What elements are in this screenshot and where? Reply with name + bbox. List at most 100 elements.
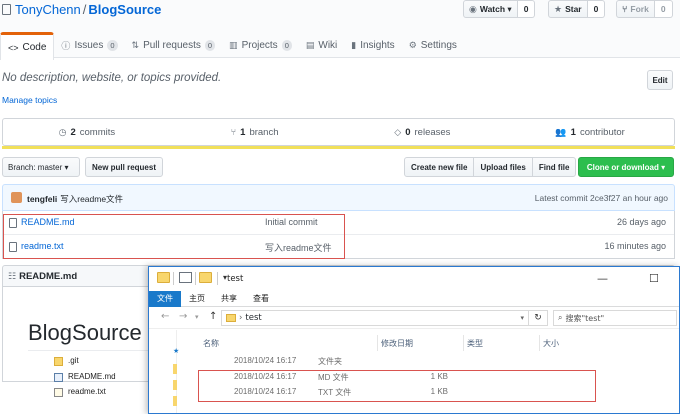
column-date[interactable]: 修改日期: [381, 338, 413, 349]
star-count[interactable]: 0: [587, 0, 606, 18]
properties-icon[interactable]: [179, 272, 192, 283]
commits-link[interactable]: ◷ 2 commits: [3, 119, 171, 145]
tab-pull-requests[interactable]: ⇅ Pull requests 0: [125, 32, 223, 59]
readme-header-label: README.md: [19, 270, 78, 282]
clone-or-download-button[interactable]: Clone or download ▾: [578, 157, 674, 177]
edit-button[interactable]: Edit: [647, 70, 673, 90]
file-navigation-buttons: Create new file Upload files Find file: [404, 157, 577, 177]
back-icon[interactable]: ←: [161, 311, 169, 322]
explorer-titlebar: ▾ test — ☐: [149, 267, 679, 291]
recent-locations-icon[interactable]: ▾: [195, 313, 199, 321]
commits-count: 2: [70, 126, 76, 138]
file-row-readme-md[interactable]: README.md Initial commit 26 days ago: [3, 211, 674, 235]
list-item[interactable]: .git 2018/10/24 16:17 文件夹: [52, 355, 452, 368]
file-icon: [9, 218, 17, 228]
repo-nav-tabs: <> Code ⓘ Issues 0 ⇅ Pull requests 0 ▥ Project…: [0, 32, 464, 60]
quick-access-icon[interactable]: ★: [173, 347, 179, 355]
new-folder-icon[interactable]: [199, 272, 212, 283]
repo-owner-link[interactable]: TonyChenn: [15, 2, 81, 17]
commit-message[interactable]: 写入readme文件: [60, 194, 123, 204]
up-icon[interactable]: ↑: [209, 311, 217, 322]
releases-link[interactable]: ◇ 0 releases: [339, 119, 507, 145]
search-placeholder: 搜索"test": [565, 313, 605, 323]
ribbon-tab-view[interactable]: 查看: [245, 291, 277, 307]
tab-projects[interactable]: ▥ Projects 0: [222, 32, 299, 59]
tab-code[interactable]: <> Code: [0, 32, 55, 60]
gear-icon: ⚙: [408, 40, 417, 50]
issue-icon: ⓘ: [61, 41, 71, 51]
file-age: 26 days ago: [616, 217, 666, 227]
folder-icon: [54, 357, 63, 366]
chevron-down-icon[interactable]: ▾: [520, 314, 524, 322]
file-commit-message[interactable]: Initial commit: [265, 217, 318, 227]
tab-issues[interactable]: ⓘ Issues 0: [54, 32, 124, 59]
ribbon-tab-share[interactable]: 共享: [213, 291, 245, 307]
people-icon: 👥: [555, 126, 567, 137]
tab-wiki[interactable]: ▤ Wiki: [299, 32, 344, 59]
fork-count[interactable]: 0: [654, 0, 673, 18]
column-size[interactable]: 大小: [543, 338, 559, 349]
star-button[interactable]: ★ Star: [548, 0, 588, 18]
ribbon-tab-file[interactable]: 文件: [149, 290, 181, 307]
file-icon: [9, 242, 17, 252]
forward-icon[interactable]: →: [179, 311, 187, 322]
search-input[interactable]: ⌕ 搜索"test": [553, 310, 677, 326]
fork-button[interactable]: ⑂ Fork: [616, 0, 655, 18]
manage-topics-link[interactable]: Manage topics: [2, 95, 57, 105]
branch-select-button[interactable]: Branch: master ▾: [2, 157, 80, 177]
tab-insights[interactable]: ▮ Insights: [344, 32, 401, 59]
language-bar[interactable]: [2, 146, 675, 149]
file-name-link[interactable]: readme.txt: [21, 241, 64, 251]
repo-name-link[interactable]: BlogSource: [88, 2, 161, 17]
refresh-button[interactable]: ↻: [529, 310, 548, 326]
toolbar-divider: [173, 272, 174, 285]
graph-icon: ▮: [351, 40, 357, 50]
pull-request-icon: ⇅: [131, 40, 140, 50]
branch-icon: ⑂: [230, 127, 237, 137]
star-icon: ★: [554, 3, 563, 14]
releases-count: 0: [405, 126, 411, 138]
column-name[interactable]: 名称: [203, 338, 219, 349]
branches-link[interactable]: ⑂ 1 branch: [171, 119, 339, 145]
code-icon: <>: [8, 42, 19, 53]
file-commit-message[interactable]: 写入readme文件: [265, 241, 332, 254]
column-type[interactable]: 类型: [467, 338, 483, 349]
new-pull-request-button[interactable]: New pull request: [85, 157, 163, 177]
address-input[interactable]: › test ▾: [221, 310, 529, 326]
column-separator[interactable]: [539, 335, 540, 351]
repo-title: TonyChenn / BlogSource: [2, 2, 161, 17]
maximize-icon[interactable]: ☐: [649, 272, 659, 285]
latest-commit-info[interactable]: Latest commit 2ce3f27 an hour ago: [535, 193, 668, 203]
column-separator[interactable]: [463, 335, 464, 351]
search-icon: ⌕: [558, 313, 563, 322]
column-separator[interactable]: [377, 335, 378, 351]
create-new-file-button[interactable]: Create new file: [404, 157, 475, 177]
upload-files-button[interactable]: Upload files: [473, 157, 533, 177]
fork-group: ⑂ Fork 0: [616, 0, 673, 18]
watch-count[interactable]: 0: [517, 0, 536, 18]
file-row-readme-txt[interactable]: readme.txt 写入readme文件 16 minutes ago: [3, 235, 674, 259]
book-icon: ▤: [305, 40, 315, 50]
contributors-link[interactable]: 👥 1 contributor: [506, 119, 674, 145]
repo-separator: /: [82, 2, 87, 17]
repo-book-icon: [2, 4, 11, 15]
file-list: README.md Initial commit 26 days ago rea…: [2, 211, 675, 259]
toolbar-divider: [217, 272, 218, 285]
find-file-button[interactable]: Find file: [531, 157, 577, 177]
tab-projects-count: 0: [281, 40, 292, 51]
watch-button[interactable]: ◉ Watch ▾: [463, 0, 518, 18]
ribbon-tab-home[interactable]: 主页: [181, 291, 213, 307]
column-header-row: 名称 修改日期 类型 大小: [201, 335, 621, 351]
watch-label: Watch ▾: [479, 3, 512, 14]
item-name: README.md: [68, 372, 116, 381]
latest-commit-bar: tengfeli 写入readme文件 Latest commit 2ce3f27…: [2, 184, 675, 211]
tab-pull-requests-label: Pull requests: [143, 40, 201, 51]
file-name-link[interactable]: README.md: [21, 217, 75, 227]
explorer-title: test: [227, 274, 244, 284]
history-icon: ◷: [58, 126, 67, 137]
minimize-icon[interactable]: —: [597, 272, 608, 285]
commit-author-name[interactable]: tengfeli: [27, 194, 57, 204]
tab-settings[interactable]: ⚙ Settings: [402, 32, 464, 59]
breadcrumb-chevron-icon: ›: [239, 313, 243, 323]
avatar[interactable]: [11, 192, 22, 203]
